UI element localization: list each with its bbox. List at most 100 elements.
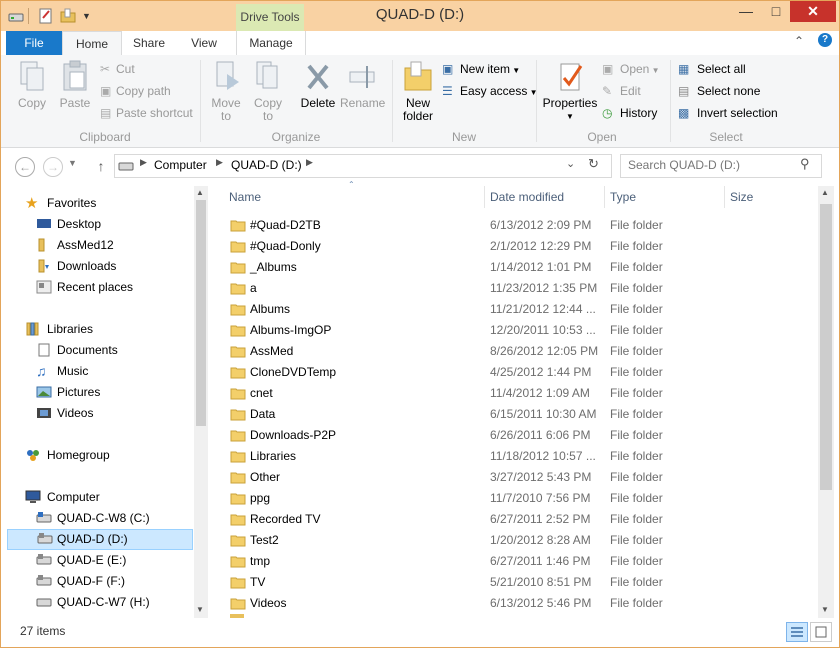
copy-path-icon: ▣ <box>100 84 112 98</box>
file-row[interactable]: Downloads-P2P 6/26/2011 6:06 PM File folde… <box>216 425 816 446</box>
address-dropdown-icon[interactable]: ⌄ <box>566 157 575 170</box>
cut-button[interactable]: ✂ Cut <box>100 62 135 76</box>
recent-places-icon <box>36 280 52 295</box>
properties-button[interactable]: Properties ▼ <box>542 60 598 123</box>
file-row[interactable]: cnet 11/4/2012 1:09 AM File folder <box>216 383 816 404</box>
open-button[interactable]: ▣ Open ▼ <box>602 62 660 76</box>
breadcrumb-computer[interactable]: Computer <box>154 158 207 172</box>
large-icons-view-button[interactable] <box>810 622 832 642</box>
select-none-button[interactable]: ▤ Select none <box>678 84 760 98</box>
file-type: File folder <box>610 218 663 232</box>
file-row[interactable]: #Quad-Donly 2/1/2012 12:29 PM File folder <box>216 236 816 257</box>
delete-x-icon <box>307 64 329 90</box>
folder-icon <box>230 239 246 253</box>
new-item-button[interactable]: ▣ New item ▼ <box>442 62 520 76</box>
file-row[interactable]: Recorded TV 6/27/2011 2:52 PM File folder <box>216 509 816 530</box>
file-row[interactable]: a 11/23/2012 1:35 PM File folder <box>216 278 816 299</box>
refresh-icon[interactable]: ↻ <box>588 156 599 172</box>
file-row[interactable]: Videos 6/13/2012 5:46 PM File folder <box>216 593 816 614</box>
new-item-label: New item <box>460 62 511 76</box>
nav-drive-d-selected[interactable]: QUAD-D (D:) <box>7 529 193 550</box>
file-row[interactable]: tmp 6/27/2011 1:46 PM File folder <box>216 551 816 572</box>
file-name: ppg <box>250 491 271 505</box>
file-row[interactable]: ppg 11/7/2010 7:56 PM File folder <box>216 488 816 509</box>
new-item-icon: ▣ <box>442 62 454 76</box>
breadcrumb-separator-icon[interactable]: ▶ <box>306 157 313 168</box>
close-button[interactable]: ✕ <box>790 0 836 22</box>
copy-to-button[interactable]: Copy to <box>250 60 286 123</box>
scroll-up-icon[interactable]: ▲ <box>196 188 204 197</box>
new-folder-button[interactable]: New folder <box>398 60 438 123</box>
help-icon[interactable]: ? <box>818 33 832 47</box>
scroll-up-icon[interactable]: ▲ <box>821 188 829 197</box>
delete-button[interactable]: Delete <box>298 60 338 110</box>
folder-icon <box>230 470 246 484</box>
file-row[interactable]: Albums 11/21/2012 12:44 ... File folder <box>216 299 816 320</box>
file-row[interactable]: Test2 1/20/2012 8:28 AM File folder <box>216 530 816 551</box>
scroll-down-icon[interactable]: ▼ <box>196 605 204 614</box>
breadcrumb-quad-d[interactable]: QUAD-D (D:) <box>231 158 302 172</box>
column-divider[interactable] <box>484 186 485 208</box>
paste-shortcut-label: Paste shortcut <box>116 106 193 120</box>
column-header-size[interactable]: Size <box>730 186 753 208</box>
file-row[interactable]: Albums-ImgOP 12/20/2011 10:53 ... File fol… <box>216 320 816 341</box>
file-row[interactable]: CloneDVDTemp 4/25/2012 1:44 PM File folder <box>216 362 816 383</box>
tab-file[interactable]: File <box>6 31 62 55</box>
paste-shortcut-button[interactable]: ▤ Paste shortcut <box>100 106 193 120</box>
file-row[interactable]: Other 3/27/2012 5:43 PM File folder <box>216 467 816 488</box>
recent-locations-icon[interactable]: ▼ <box>68 158 77 168</box>
computer-icon <box>25 490 41 505</box>
column-header-type[interactable]: Type <box>610 186 636 208</box>
drive-icon <box>36 553 52 568</box>
up-button[interactable]: ↑ <box>90 155 112 177</box>
maximize-button[interactable]: □ <box>762 0 790 22</box>
open-label: Open <box>620 62 650 76</box>
column-divider[interactable] <box>604 186 605 208</box>
history-label: History <box>620 106 658 120</box>
file-date: 11/7/2010 7:56 PM <box>490 491 591 505</box>
file-row[interactable]: Libraries 11/18/2012 10:57 ... File folder <box>216 446 816 467</box>
tab-view[interactable]: View <box>178 31 230 55</box>
minimize-button[interactable]: — <box>732 0 760 22</box>
nav-item-label: AssMed12 <box>57 238 114 252</box>
rename-icon <box>349 66 375 88</box>
nav-scrollbar-thumb[interactable] <box>196 200 206 426</box>
minimize-ribbon-icon[interactable]: ⌃ <box>794 34 804 48</box>
file-name: Other <box>250 470 281 484</box>
file-row[interactable]: Data 6/15/2011 10:30 AM File folder <box>216 404 816 425</box>
file-row[interactable]: TV 5/21/2010 8:51 PM File folder <box>216 572 816 593</box>
search-icon[interactable]: ⚲ <box>800 156 810 172</box>
file-name: TV <box>250 575 266 589</box>
column-divider[interactable] <box>724 186 725 208</box>
tab-manage[interactable]: Manage <box>236 31 306 55</box>
easy-access-button[interactable]: ☰ Easy access ▼ <box>442 84 538 98</box>
documents-icon <box>36 343 52 358</box>
scroll-down-icon[interactable]: ▼ <box>821 605 829 614</box>
file-date: 2/1/2012 12:29 PM <box>490 239 592 253</box>
nav-item-label: QUAD-C-W8 (C:) <box>57 511 150 525</box>
select-all-button[interactable]: ▦ Select all <box>678 62 746 76</box>
folder-icon <box>230 344 246 358</box>
file-row[interactable]: _Albums 1/14/2012 1:01 PM File folder <box>216 257 816 278</box>
edit-button[interactable]: ✎ Edit <box>602 84 641 98</box>
tab-share[interactable]: Share <box>124 31 174 55</box>
details-view-button[interactable] <box>786 622 808 642</box>
copy-button[interactable]: Copy <box>14 60 50 110</box>
invert-selection-button[interactable]: ▩ Invert selection <box>678 106 778 120</box>
list-scrollbar-thumb[interactable] <box>820 204 832 490</box>
invert-selection-label: Invert selection <box>697 106 778 120</box>
file-row[interactable]: #Quad-D2TB 6/13/2012 2:09 PM File folder <box>216 215 816 236</box>
history-button[interactable]: ◷ History <box>602 106 657 120</box>
history-icon: ◷ <box>602 106 613 120</box>
group-select-label: Select <box>709 130 743 144</box>
move-to-button[interactable]: Move to <box>208 60 244 123</box>
copy-path-button[interactable]: ▣ Copy path <box>100 84 171 98</box>
back-button[interactable]: ← <box>14 155 36 177</box>
column-header-name[interactable]: Name <box>229 186 261 208</box>
paste-button[interactable]: Paste <box>56 60 94 110</box>
file-row[interactable]: AssMed 8/26/2012 12:05 PM File folder <box>216 341 816 362</box>
tab-home[interactable]: Home <box>62 31 122 57</box>
rename-button[interactable]: Rename <box>340 60 385 110</box>
forward-button[interactable]: → <box>42 155 64 177</box>
column-header-date[interactable]: Date modified <box>490 186 564 208</box>
